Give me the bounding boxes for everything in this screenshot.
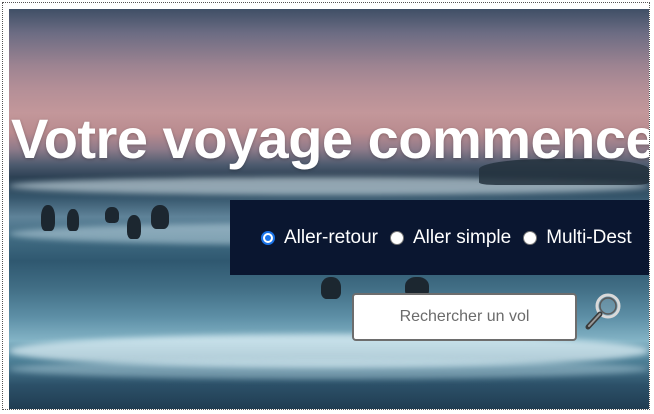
swimmer	[321, 277, 341, 299]
swimmer	[67, 209, 79, 231]
swimmer	[105, 207, 119, 223]
wave-foam	[9, 359, 649, 379]
radio-button-selected[interactable]	[261, 230, 275, 245]
radio-button[interactable]	[389, 230, 404, 245]
magnifier-icon[interactable]	[583, 291, 625, 333]
page-frame: Votre voyage commence Aller-retour Aller…	[2, 2, 650, 410]
trip-option-label: Aller simple	[412, 226, 512, 248]
swimmer	[151, 205, 169, 229]
trip-option-multi-destination[interactable]: Multi-Dest	[523, 227, 632, 249]
trip-option-label: Aller-retour	[284, 226, 378, 248]
swimmer	[127, 215, 141, 239]
radio-button[interactable]	[523, 230, 538, 245]
trip-option-one-way[interactable]: Aller simple	[389, 226, 512, 249]
page-title: Votre voyage commence	[11, 107, 650, 170]
swimmer	[41, 205, 55, 231]
trip-option-label: Multi-Dest	[546, 226, 632, 248]
trip-type-bar: Aller-retour Aller simple Multi-Dest	[230, 200, 649, 275]
flight-search-input[interactable]	[352, 293, 577, 341]
trip-option-round-trip[interactable]: Aller-retour	[261, 227, 378, 249]
